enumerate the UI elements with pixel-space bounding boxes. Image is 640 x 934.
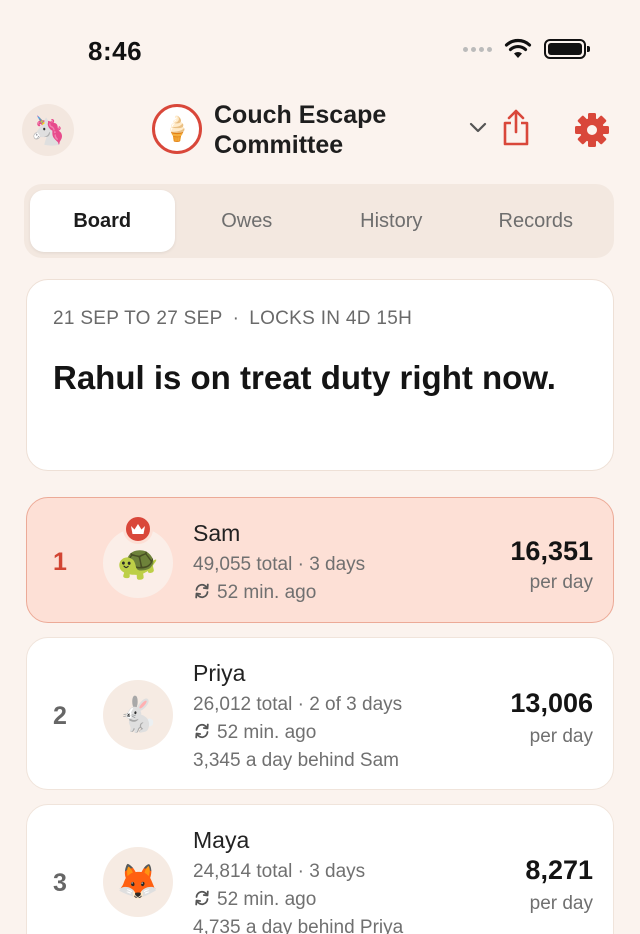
sync-status: 52 min. ago — [193, 889, 316, 911]
per-day-score: 8,271 — [525, 855, 593, 885]
rank-number: 3 — [53, 869, 67, 897]
member-summary: 49,055 total · 3 days — [193, 554, 366, 575]
updated-time: 52 min. ago — [217, 722, 317, 743]
turtle-icon: 🐢 — [116, 544, 160, 582]
per-day-score: 16,351 — [510, 536, 593, 566]
updated-time: 52 min. ago — [217, 889, 317, 910]
tab-bar: Board Owes History Records — [24, 184, 614, 258]
status-bar: 8:46 — [0, 0, 640, 100]
wifi-icon — [504, 38, 532, 58]
member-name: Sam — [193, 520, 241, 546]
fox-icon: 🦊 — [116, 863, 160, 901]
gap-behind: 3,345 a day behind Sam — [193, 750, 399, 771]
sync-status: 52 min. ago — [193, 722, 316, 744]
updated-time: 52 min. ago — [217, 582, 317, 603]
lock-countdown: LOCKS IN 4D 15H — [249, 308, 413, 329]
rank-number: 2 — [53, 702, 67, 730]
refresh-icon — [195, 583, 209, 599]
period-separator: · — [232, 308, 240, 329]
score-unit: per day — [529, 572, 593, 593]
gear-icon[interactable] — [574, 112, 610, 148]
sync-status: 52 min. ago — [193, 582, 316, 604]
member-summary: 26,012 total · 2 of 3 days — [193, 694, 403, 715]
refresh-icon — [195, 890, 209, 906]
group-name[interactable]: Couch Escape Committee — [214, 100, 454, 160]
score-unit: per day — [529, 726, 593, 747]
leaderboard-row[interactable]: 1 🐢 Sam 49,055 total · 3 days 52 min. ag… — [26, 497, 614, 623]
leaderboard-row[interactable]: 2 🐇 Priya 26,012 total · 2 of 3 days 52 … — [26, 637, 614, 790]
gap-behind: 4,735 a day behind Priya — [193, 917, 404, 934]
tab-owes[interactable]: Owes — [175, 190, 320, 252]
tab-board[interactable]: Board — [30, 190, 175, 252]
group-icon[interactable]: 🍦 — [152, 104, 202, 154]
status-icons — [463, 38, 590, 60]
tab-history[interactable]: History — [319, 190, 464, 252]
chevron-down-icon[interactable] — [466, 118, 490, 138]
member-name: Priya — [193, 660, 246, 686]
crown-badge — [123, 514, 153, 544]
period-range: 21 SEP TO 27 SEP — [53, 308, 223, 329]
period-card: 21 SEP TO 27 SEP · LOCKS IN 4D 15H Rahul i… — [26, 279, 614, 471]
pet-avatar: 🦊 — [103, 847, 173, 917]
pet-avatar: 🐇 — [103, 680, 173, 750]
per-day-score: 13,006 — [510, 688, 593, 718]
treat-duty-headline: Rahul is on treat duty right now. — [53, 359, 556, 396]
status-time: 8:46 — [88, 36, 143, 66]
refresh-icon — [195, 723, 209, 739]
member-summary: 24,814 total · 3 days — [193, 861, 366, 882]
member-name: Maya — [193, 827, 250, 853]
score-unit: per day — [529, 893, 593, 914]
leaderboard-row[interactable]: 3 🦊 Maya 24,814 total · 3 days 52 min. a… — [26, 804, 614, 934]
header: 🦄 🍦 Couch Escape Committee — [0, 100, 640, 164]
cellular-signal-icon — [463, 46, 492, 52]
ice-cream-icon: 🍦 — [162, 115, 192, 143]
crown-icon — [131, 524, 145, 534]
unicorn-icon: 🦄 — [30, 114, 66, 146]
share-icon[interactable] — [500, 108, 532, 148]
profile-avatar[interactable]: 🦄 — [22, 104, 74, 156]
battery-icon — [544, 39, 590, 59]
rabbit-icon: 🐇 — [116, 696, 160, 734]
period-meta: 21 SEP TO 27 SEP · LOCKS IN 4D 15H — [53, 308, 412, 330]
tab-records[interactable]: Records — [464, 190, 609, 252]
rank-number: 1 — [53, 548, 67, 576]
